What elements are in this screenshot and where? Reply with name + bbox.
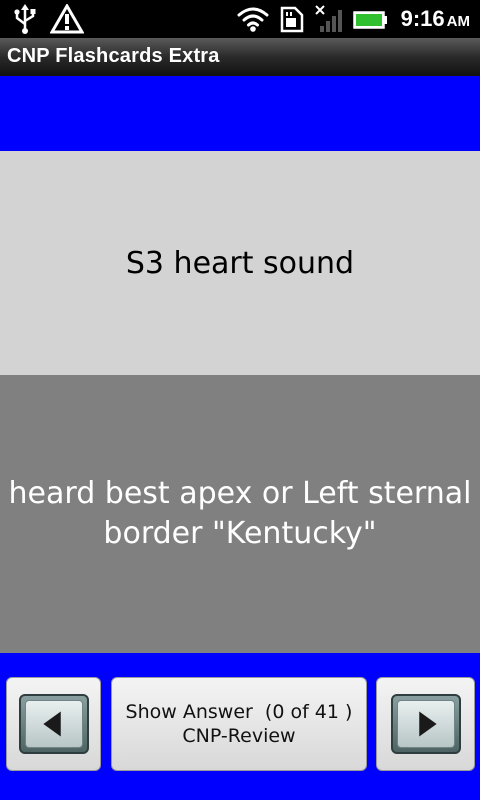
app-title: CNP Flashcards Extra	[7, 45, 220, 67]
clock-ampm: AM	[446, 13, 470, 30]
show-answer-label: Show Answer (0 of 41 )	[125, 701, 353, 723]
arrow-left-icon	[42, 711, 61, 737]
battery-icon	[353, 11, 387, 29]
sd-card-icon	[280, 6, 304, 33]
clock: 9:16 AM	[401, 6, 470, 32]
arrow-right-icon	[418, 711, 437, 737]
warning-icon	[50, 4, 84, 34]
question-text: S3 heart sound	[125, 245, 355, 281]
top-blue-band	[0, 76, 480, 151]
usb-icon	[14, 4, 36, 34]
next-arrow-frame	[390, 694, 461, 754]
previous-card-button[interactable]	[6, 677, 101, 771]
clock-time: 9:16	[400, 6, 445, 31]
show-answer-button[interactable]: Show Answer (0 of 41 ) CNP-Review	[111, 677, 367, 771]
status-bar: 9:16 AM	[0, 0, 480, 38]
answer-panel[interactable]: heard best apex or Left sternal border "…	[0, 375, 480, 653]
wifi-icon	[237, 7, 269, 32]
answer-text: heard best apex or Left sternal border "…	[8, 476, 472, 551]
previous-arrow-frame	[18, 694, 89, 754]
app-title-bar: CNP Flashcards Extra	[0, 38, 480, 77]
question-panel[interactable]: S3 heart sound	[0, 151, 480, 375]
deck-name-label: CNP-Review	[182, 725, 296, 747]
next-card-button[interactable]	[376, 677, 475, 771]
signal-off-icon	[315, 5, 342, 32]
